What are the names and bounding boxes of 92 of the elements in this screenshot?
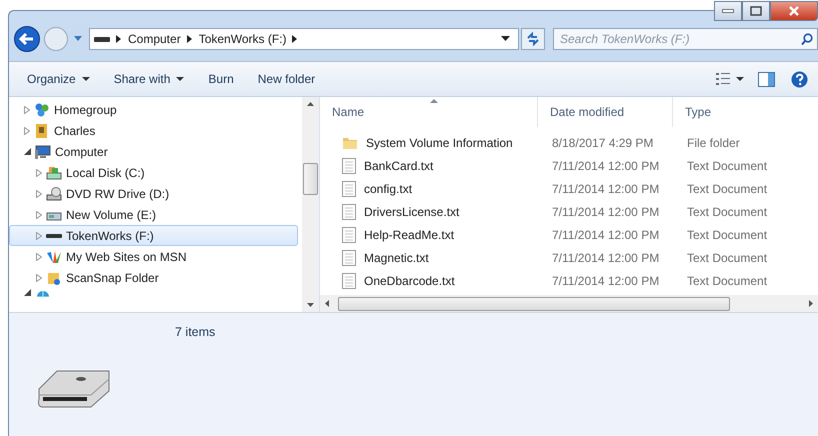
computer-icon: [35, 144, 51, 160]
navigation-item[interactable]: ScanSnap Folder: [9, 267, 298, 288]
file-name[interactable]: BankCard.txt: [320, 158, 538, 174]
text-file-icon: [342, 226, 356, 242]
text-file-icon: [342, 272, 356, 288]
maximize-button[interactable]: [742, 1, 770, 21]
type-cell-text: Text Document: [686, 158, 768, 172]
expand-arrow-icon[interactable]: [24, 126, 30, 134]
drive-icon: [94, 36, 110, 42]
breadcrumb-arrow-icon[interactable]: [186, 35, 193, 43]
scrollbar-thumb[interactable]: [303, 163, 318, 195]
file-name[interactable]: System Volume Information: [320, 134, 538, 150]
user-folder-icon: [34, 122, 50, 138]
scroll-left-icon[interactable]: [325, 300, 329, 307]
navigation-item[interactable]: Homegroup: [9, 99, 298, 120]
expand-arrow-icon[interactable]: [36, 190, 42, 198]
file-name[interactable]: OneDbarcode.txt: [320, 272, 538, 288]
toolbar-button[interactable]: New folder: [256, 68, 318, 90]
help-icon[interactable]: [791, 70, 808, 88]
navigation-item[interactable]: DVD RW Drive (D:): [9, 183, 298, 204]
scroll-up-icon[interactable]: [307, 102, 314, 106]
type-cell-text: Text Document: [686, 274, 768, 288]
close-icon: [789, 6, 799, 16]
back-button[interactable]: [13, 25, 41, 53]
text-file-icon: [342, 180, 356, 196]
search-field[interactable]: Search TokenWorks (F:): [553, 28, 818, 50]
scroll-right-icon[interactable]: [809, 300, 813, 307]
breadcrumb-arrow-icon[interactable]: [292, 35, 298, 43]
removable-drive-icon: [46, 234, 62, 238]
expand-arrow-icon[interactable]: [24, 106, 30, 114]
column-header[interactable]: Date modified: [538, 97, 673, 127]
recent-pages-dropdown-icon[interactable]: [73, 35, 83, 43]
refresh-button[interactable]: [521, 28, 545, 50]
collapse-arrow-icon[interactable]: [24, 148, 31, 155]
navigation-item[interactable]: My Web Sites on MSN: [9, 246, 298, 267]
date-cell-text: 7/11/2014 12:00 PM: [551, 250, 660, 264]
date-cell-text: 7/11/2014 12:00 PM: [551, 182, 660, 196]
expand-arrow-icon[interactable]: [36, 252, 42, 260]
text-file-icon: [342, 158, 356, 174]
collapse-arrow-icon[interactable]: [24, 289, 31, 296]
file-name[interactable]: Magnetic.txt: [320, 250, 538, 266]
column-header[interactable]: Name: [320, 97, 538, 127]
caret-icon: [736, 76, 744, 82]
dvd-drive-icon: [46, 186, 62, 202]
toolbar-button[interactable]: Organize: [25, 68, 92, 90]
list-view-icon: [716, 73, 730, 85]
file-name[interactable]: config.txt: [320, 180, 538, 196]
horizontal-scrollbar[interactable]: [320, 295, 818, 312]
address-bar[interactable]: Computer TokenWorks (F:): [89, 28, 519, 50]
toolbar-button[interactable]: Burn: [206, 68, 236, 90]
expand-arrow-icon[interactable]: [36, 168, 42, 176]
type-cell-text: Text Document: [686, 250, 768, 264]
scrollbar-thumb[interactable]: [338, 296, 730, 310]
navigation-item[interactable]: New Volume (E:): [9, 204, 298, 225]
pane-icon: [758, 72, 775, 86]
sort-arrow-icon: [430, 99, 438, 103]
scroll-down-icon[interactable]: [307, 303, 314, 307]
type-cell-text: Text Document: [686, 204, 768, 218]
navigation-item[interactable]: Local Disk (C:): [9, 162, 298, 183]
hard-disk-icon: [46, 164, 62, 180]
column-header[interactable]: Type: [673, 97, 813, 127]
date-cell-text: 7/11/2014 12:00 PM: [551, 228, 660, 242]
type-cell-text: Text Document: [686, 228, 768, 242]
close-button[interactable]: [770, 1, 818, 21]
minimize-button[interactable]: [714, 1, 742, 21]
expand-arrow-icon[interactable]: [36, 274, 42, 282]
date-cell-text: 7/11/2014 12:00 PM: [551, 274, 660, 288]
item-count: 7 items: [175, 325, 216, 339]
refresh-icon: [526, 32, 540, 46]
maximize-icon: [750, 6, 762, 16]
text-file-icon: [342, 250, 356, 266]
expand-arrow-icon[interactable]: [36, 210, 42, 218]
date-cell-text: 8/18/2017 4:29 PM: [551, 136, 654, 150]
date-cell-text: 7/11/2014 12:00 PM: [551, 158, 660, 172]
breadcrumb[interactable]: Computer: [128, 32, 181, 46]
navigation-item[interactable]: TokenWorks (F:): [9, 225, 298, 246]
breadcrumb-arrow-icon[interactable]: [116, 35, 122, 43]
text-file-icon: [342, 204, 356, 220]
search-icon[interactable]: [801, 33, 813, 46]
file-name[interactable]: Help-ReadMe.txt: [320, 226, 538, 242]
people-icon: [34, 102, 50, 118]
date-cell-text: 7/11/2014 12:00 PM: [551, 204, 660, 218]
minimize-icon: [722, 9, 734, 13]
history-dropdown-icon[interactable]: [501, 36, 510, 42]
breadcrumb[interactable]: TokenWorks (F:): [198, 32, 286, 46]
type-cell-text: File folder: [686, 136, 741, 150]
navigation-item[interactable]: Charles: [9, 120, 298, 141]
toolbar-button[interactable]: Share with: [112, 68, 186, 90]
navigation-item[interactable]: Computer: [9, 141, 298, 162]
file-name[interactable]: DriversLicense.txt: [320, 204, 538, 220]
type-cell-text: Text Document: [686, 182, 768, 196]
vertical-scrollbar[interactable]: [302, 97, 319, 312]
